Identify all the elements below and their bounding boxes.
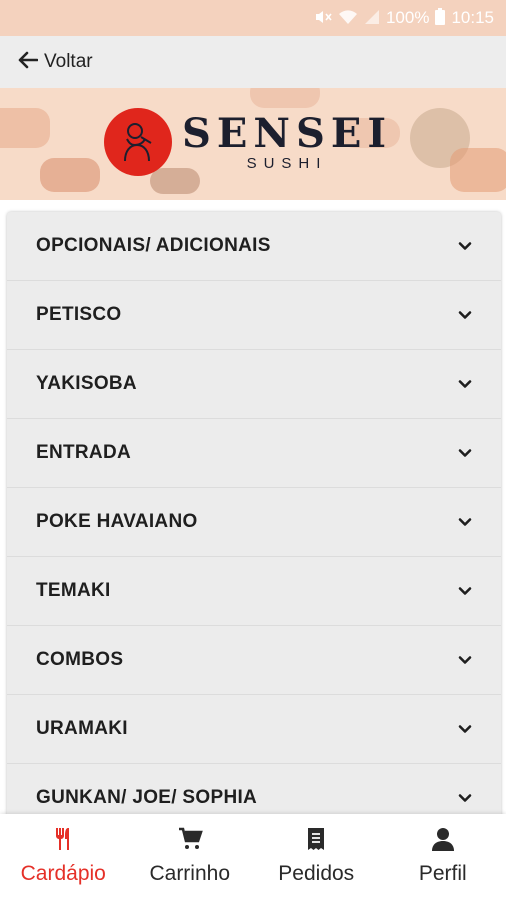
brand-banner: SENSEI SUSHI xyxy=(0,88,506,200)
battery-icon xyxy=(435,8,446,28)
chevron-down-icon xyxy=(457,307,473,323)
sushi-decoration xyxy=(0,108,50,148)
cart-icon xyxy=(177,826,203,852)
chevron-down-icon xyxy=(457,790,473,806)
category-list: OPCIONAIS/ ADICIONAIS PETISCO YAKISOBA ENTR… xyxy=(7,212,501,814)
bottom-navigation: Cardápio Carrinho Pedidos Perfil xyxy=(0,814,506,900)
category-row[interactable]: TEMAKI xyxy=(7,557,501,626)
category-label: ENTRADA xyxy=(36,442,131,463)
chevron-down-icon xyxy=(457,238,473,254)
mute-icon xyxy=(314,9,332,28)
chevron-down-icon xyxy=(457,445,473,461)
chevron-down-icon xyxy=(457,583,473,599)
signal-icon xyxy=(364,9,380,28)
user-icon xyxy=(430,826,456,852)
chevron-down-icon xyxy=(457,721,473,737)
nav-item-receipt[interactable]: Pedidos xyxy=(253,814,380,900)
fork-knife-icon xyxy=(50,826,76,852)
category-row[interactable]: URAMAKI xyxy=(7,695,501,764)
category-label: OPCIONAIS/ ADICIONAIS xyxy=(36,235,271,256)
menu-scroll-area[interactable]: OPCIONAIS/ ADICIONAIS PETISCO YAKISOBA ENTR… xyxy=(0,200,506,814)
category-label: PETISCO xyxy=(36,304,122,325)
nav-label: Pedidos xyxy=(278,862,355,885)
nav-label: Cardápio xyxy=(20,862,106,885)
category-row[interactable]: PETISCO xyxy=(7,281,501,350)
status-bar: 100% 10:15 xyxy=(0,0,506,36)
category-row[interactable]: OPCIONAIS/ ADICIONAIS xyxy=(7,212,501,281)
nav-item-cart[interactable]: Carrinho xyxy=(127,814,254,900)
brand-subtitle: SUSHI xyxy=(246,155,328,172)
sushi-decoration xyxy=(40,158,100,192)
category-label: URAMAKI xyxy=(36,718,128,739)
brand-name: SENSEI xyxy=(182,110,393,157)
top-navigation: Voltar xyxy=(0,36,506,88)
back-label: Voltar xyxy=(44,51,93,72)
category-label: COMBOS xyxy=(36,649,124,670)
category-row[interactable]: YAKISOBA xyxy=(7,350,501,419)
category-row[interactable]: POKE HAVAIANO xyxy=(7,488,501,557)
category-label: TEMAKI xyxy=(36,580,111,601)
wifi-icon xyxy=(338,9,358,28)
category-label: POKE HAVAIANO xyxy=(36,511,198,532)
chevron-down-icon xyxy=(457,514,473,530)
nav-label: Perfil xyxy=(418,862,467,885)
category-label: YAKISOBA xyxy=(36,373,137,394)
sushi-decoration xyxy=(250,88,320,108)
category-label: GUNKAN/ JOE/ SOPHIA xyxy=(36,787,258,808)
category-row[interactable]: ENTRADA xyxy=(7,419,501,488)
brand-logo: SENSEI SUSHI xyxy=(104,108,392,176)
nav-label: Carrinho xyxy=(149,862,231,885)
chevron-down-icon xyxy=(457,376,473,392)
chevron-down-icon xyxy=(457,652,473,668)
category-row[interactable]: COMBOS xyxy=(7,626,501,695)
battery-percent: 100% xyxy=(385,8,430,27)
back-button[interactable]: Voltar xyxy=(18,51,93,73)
sushi-decoration xyxy=(450,148,506,192)
nav-item-fork-knife[interactable]: Cardápio xyxy=(0,814,127,900)
samurai-logo-icon xyxy=(104,108,172,176)
nav-item-user[interactable]: Perfil xyxy=(380,814,506,900)
brand-wordmark: SENSEI SUSHI xyxy=(182,112,392,172)
clock: 10:15 xyxy=(451,8,494,27)
arrow-left-icon xyxy=(18,51,39,73)
receipt-icon xyxy=(303,826,329,852)
category-row[interactable]: GUNKAN/ JOE/ SOPHIA xyxy=(7,764,501,814)
